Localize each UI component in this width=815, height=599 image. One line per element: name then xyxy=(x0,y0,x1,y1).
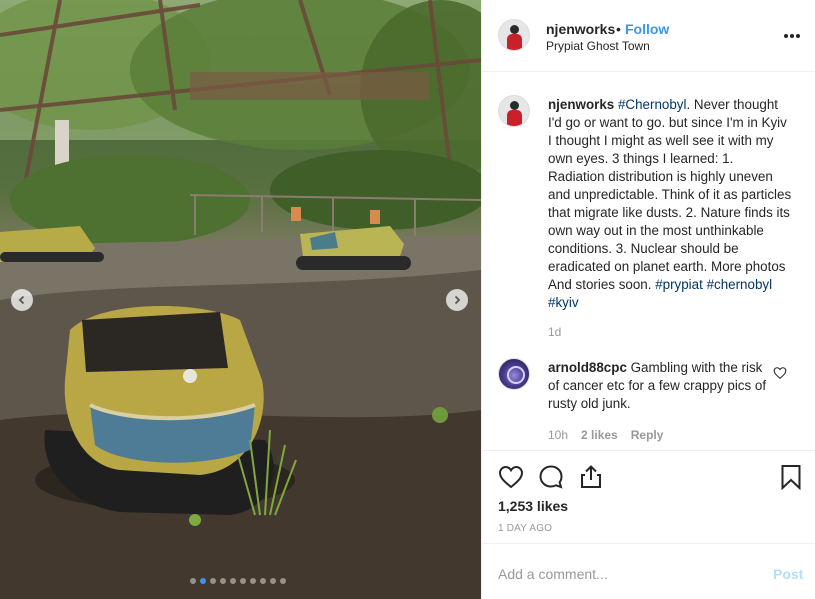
more-horizontal-icon[interactable] xyxy=(782,28,802,44)
carousel-dot xyxy=(190,578,196,584)
post-sidebar: njenworks • Follow Prypiat Ghost Town nj… xyxy=(481,0,815,599)
likes-count[interactable]: 1,253 likes xyxy=(498,498,568,514)
carousel-dot xyxy=(270,578,276,584)
hashtag-link[interactable]: #chernobyl xyxy=(707,277,773,292)
hashtag-link[interactable]: #Chernobyl xyxy=(618,97,686,112)
caption-avatar[interactable] xyxy=(498,95,530,127)
chevron-right-icon xyxy=(454,295,461,305)
carousel-dot xyxy=(260,578,266,584)
carousel-prev-button[interactable] xyxy=(11,289,33,311)
carousel-dot xyxy=(220,578,226,584)
follow-button[interactable]: Follow xyxy=(625,21,669,37)
post-date[interactable]: 1 DAY AGO xyxy=(498,523,552,534)
carousel-dot xyxy=(280,578,286,584)
post-header: njenworks • Follow Prypiat Ghost Town xyxy=(482,0,815,72)
commenter-avatar[interactable] xyxy=(498,358,530,390)
comment-icon[interactable] xyxy=(538,464,564,490)
carousel-indicator xyxy=(190,578,286,584)
location-link[interactable]: Prypiat Ghost Town xyxy=(546,39,650,53)
caption-body: . Never thought I'd go or want to go. bu… xyxy=(548,97,792,292)
separator-dot: • xyxy=(616,21,621,37)
comment-likes-count[interactable]: 2 likes xyxy=(581,428,618,442)
add-comment-bar: Add a comment... Post xyxy=(482,543,815,599)
carousel-dot xyxy=(200,578,206,584)
comments-section: njenworks #Chernobyl. Never thought I'd … xyxy=(482,73,815,450)
hashtag-link[interactable]: #prypiat xyxy=(655,277,703,292)
heart-icon[interactable] xyxy=(498,464,524,490)
hashtag-link[interactable]: #kyiv xyxy=(548,295,579,310)
comment-like-heart-icon[interactable] xyxy=(773,366,787,380)
post-photo[interactable] xyxy=(0,0,481,599)
caption-timestamp[interactable]: 1d xyxy=(548,325,561,339)
photo-scene xyxy=(0,0,481,599)
avatar[interactable] xyxy=(498,19,530,51)
caption-text: njenworks #Chernobyl. Never thought I'd … xyxy=(548,96,793,312)
carousel-dot xyxy=(250,578,256,584)
share-icon[interactable] xyxy=(578,464,604,490)
bookmark-icon[interactable] xyxy=(778,464,804,490)
post-comment-button[interactable]: Post xyxy=(773,566,803,582)
comment-timestamp[interactable]: 10h xyxy=(548,428,568,442)
header-username[interactable]: njenworks xyxy=(546,21,615,37)
reply-button[interactable]: Reply xyxy=(631,428,664,442)
comment-input[interactable]: Add a comment... xyxy=(498,566,608,582)
post-actions: 1,253 likes 1 DAY AGO xyxy=(482,450,815,542)
comment-text: arnold88cpc Gambling with the risk of ca… xyxy=(548,359,773,413)
caption-username[interactable]: njenworks xyxy=(548,97,614,112)
commenter-username[interactable]: arnold88cpc xyxy=(548,360,627,375)
comment-meta: 10h 2 likes Reply xyxy=(548,428,663,442)
carousel-dot xyxy=(210,578,216,584)
carousel-dot xyxy=(230,578,236,584)
chevron-left-icon xyxy=(18,295,25,305)
carousel-next-button[interactable] xyxy=(446,289,468,311)
carousel-dot xyxy=(240,578,246,584)
